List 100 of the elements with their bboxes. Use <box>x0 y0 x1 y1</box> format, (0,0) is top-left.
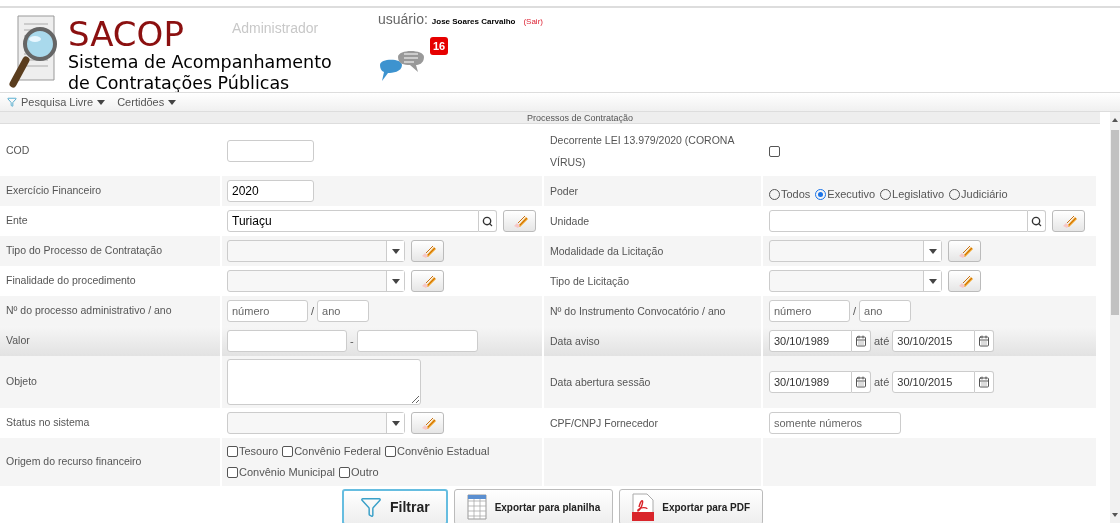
input-field[interactable]: somente números <box>769 412 901 434</box>
logout-link[interactable]: (Sair) <box>523 16 543 28</box>
checkbox[interactable] <box>282 446 294 457</box>
user-label: usuário: <box>378 10 428 29</box>
field-label: CPF/CNPJ Fornecedor <box>550 416 658 431</box>
filter-icon <box>7 97 17 107</box>
date-field[interactable]: 30/10/2015 <box>892 330 976 352</box>
checkbox-option[interactable]: Tesouro <box>227 441 279 462</box>
input-field[interactable]: ano <box>317 300 370 322</box>
field-label: Nº do processo administrativo / ano <box>6 303 172 319</box>
calendar-button[interactable] <box>975 330 995 352</box>
radio-option[interactable]: Judiciário <box>949 185 1008 203</box>
field-label: Valor <box>6 333 30 349</box>
input-field[interactable] <box>227 140 314 162</box>
checkbox[interactable] <box>769 145 780 157</box>
search-icon <box>1031 215 1042 227</box>
menu-item[interactable]: Certidões <box>117 93 177 111</box>
search-button[interactable] <box>479 210 497 232</box>
checkbox-option[interactable]: Convênio Municipal <box>227 462 335 483</box>
radio-option[interactable]: Legislativo <box>880 185 945 203</box>
field-label: Ente <box>6 213 28 229</box>
eraser-button[interactable] <box>503 210 536 232</box>
dropdown-field[interactable] <box>227 270 405 292</box>
scrollbar[interactable] <box>1110 112 1120 523</box>
input-field[interactable]: 2020 <box>227 180 314 202</box>
checkbox-option[interactable]: Convênio Estadual <box>385 441 490 462</box>
filter-icon <box>359 496 382 518</box>
calendar-button[interactable] <box>975 371 995 393</box>
caret-icon <box>391 248 400 254</box>
eraser-button[interactable] <box>411 412 444 434</box>
field-label: Unidade <box>550 214 590 229</box>
field-label: Modalidade da Licitação <box>550 244 664 259</box>
scroll-up-icon[interactable] <box>1112 118 1118 122</box>
field-label: Poder <box>550 184 579 199</box>
input-field[interactable]: ano <box>859 300 912 322</box>
input-field[interactable] <box>769 210 1028 232</box>
field-label: Nº do Instrumento Convocatório / ano <box>550 304 726 319</box>
checkbox[interactable] <box>339 467 350 478</box>
field-label: Data aviso <box>550 334 600 349</box>
user-name: Jose Soares Carvalho <box>431 16 516 28</box>
checkbox[interactable] <box>227 446 238 457</box>
input-field[interactable]: número <box>227 300 308 322</box>
caret-icon <box>391 278 400 284</box>
app-subtitle: Sistema de Acompanhamento <box>68 52 333 73</box>
caret-icon <box>97 99 106 105</box>
dropdown-field[interactable] <box>227 412 405 434</box>
input-field[interactable] <box>356 330 478 352</box>
separator-text: até <box>874 333 890 349</box>
date-field[interactable]: 30/10/1989 <box>769 371 852 393</box>
section-title: Processos de Contratação <box>526 112 634 123</box>
eraser-button[interactable] <box>411 270 444 292</box>
checkbox[interactable] <box>227 467 238 478</box>
field-label: Tipo de Licitação <box>550 274 629 289</box>
input-field[interactable] <box>227 330 347 352</box>
app-title: SACOP <box>68 16 184 52</box>
app-subtitle: de Contratações Públicas <box>68 73 291 94</box>
input-field[interactable]: número <box>769 300 850 322</box>
field-label: COD <box>6 143 30 159</box>
eraser-button[interactable] <box>411 240 444 262</box>
calendar-icon <box>855 335 867 347</box>
checkbox-option[interactable]: Convênio Federal <box>282 441 381 462</box>
eraser-button[interactable] <box>948 270 981 292</box>
eraser-button[interactable] <box>1052 210 1085 232</box>
field-label: Origem do recurso financeiro <box>6 454 142 470</box>
separator-text: - <box>350 333 354 349</box>
field-label: Data abertura sessão <box>550 375 651 390</box>
separator-text: / <box>853 303 857 319</box>
calendar-icon <box>978 335 991 347</box>
notification-badge: 16 <box>430 37 449 55</box>
action-button[interactable]: Exportar para planilha <box>453 489 614 523</box>
radio-option[interactable]: Executivo <box>815 185 876 203</box>
eraser-button[interactable] <box>948 240 981 262</box>
search-icon <box>482 215 493 227</box>
search-button[interactable] <box>1028 210 1046 232</box>
action-button[interactable]: Filtrar <box>341 489 448 523</box>
calendar-icon <box>978 376 991 388</box>
checkbox-option[interactable]: Outro <box>339 462 379 483</box>
field-label: Status no sistema <box>6 415 90 431</box>
checkbox[interactable] <box>385 446 396 457</box>
caret-icon <box>391 420 400 426</box>
menu-item[interactable]: Pesquisa Livre <box>7 93 106 111</box>
dropdown-field[interactable] <box>769 240 942 262</box>
radio-option[interactable]: Todos <box>769 185 811 203</box>
pdf-file-icon <box>632 493 655 521</box>
calendar-button[interactable] <box>852 330 871 352</box>
separator-text: até <box>874 374 890 390</box>
scroll-down-icon[interactable] <box>1112 513 1118 517</box>
date-field[interactable]: 30/10/2015 <box>892 371 976 393</box>
field-label: Finalidade do procedimento <box>6 273 136 289</box>
action-button[interactable]: Exportar para PDF <box>619 489 764 523</box>
field-label: Objeto <box>6 374 37 390</box>
calendar-button[interactable] <box>852 371 871 393</box>
date-field[interactable]: 30/10/1989 <box>769 330 852 352</box>
caret-icon <box>168 99 177 105</box>
field-label: Decorrente LEI 13.979/2020 (CORONA VÍRUS) <box>550 133 736 170</box>
caret-icon <box>928 248 937 254</box>
dropdown-field[interactable] <box>227 240 405 262</box>
field-label: Tipo do Processo de Contratação <box>6 243 163 259</box>
input-field[interactable]: Turiaçu <box>227 210 479 232</box>
dropdown-field[interactable] <box>769 270 942 292</box>
